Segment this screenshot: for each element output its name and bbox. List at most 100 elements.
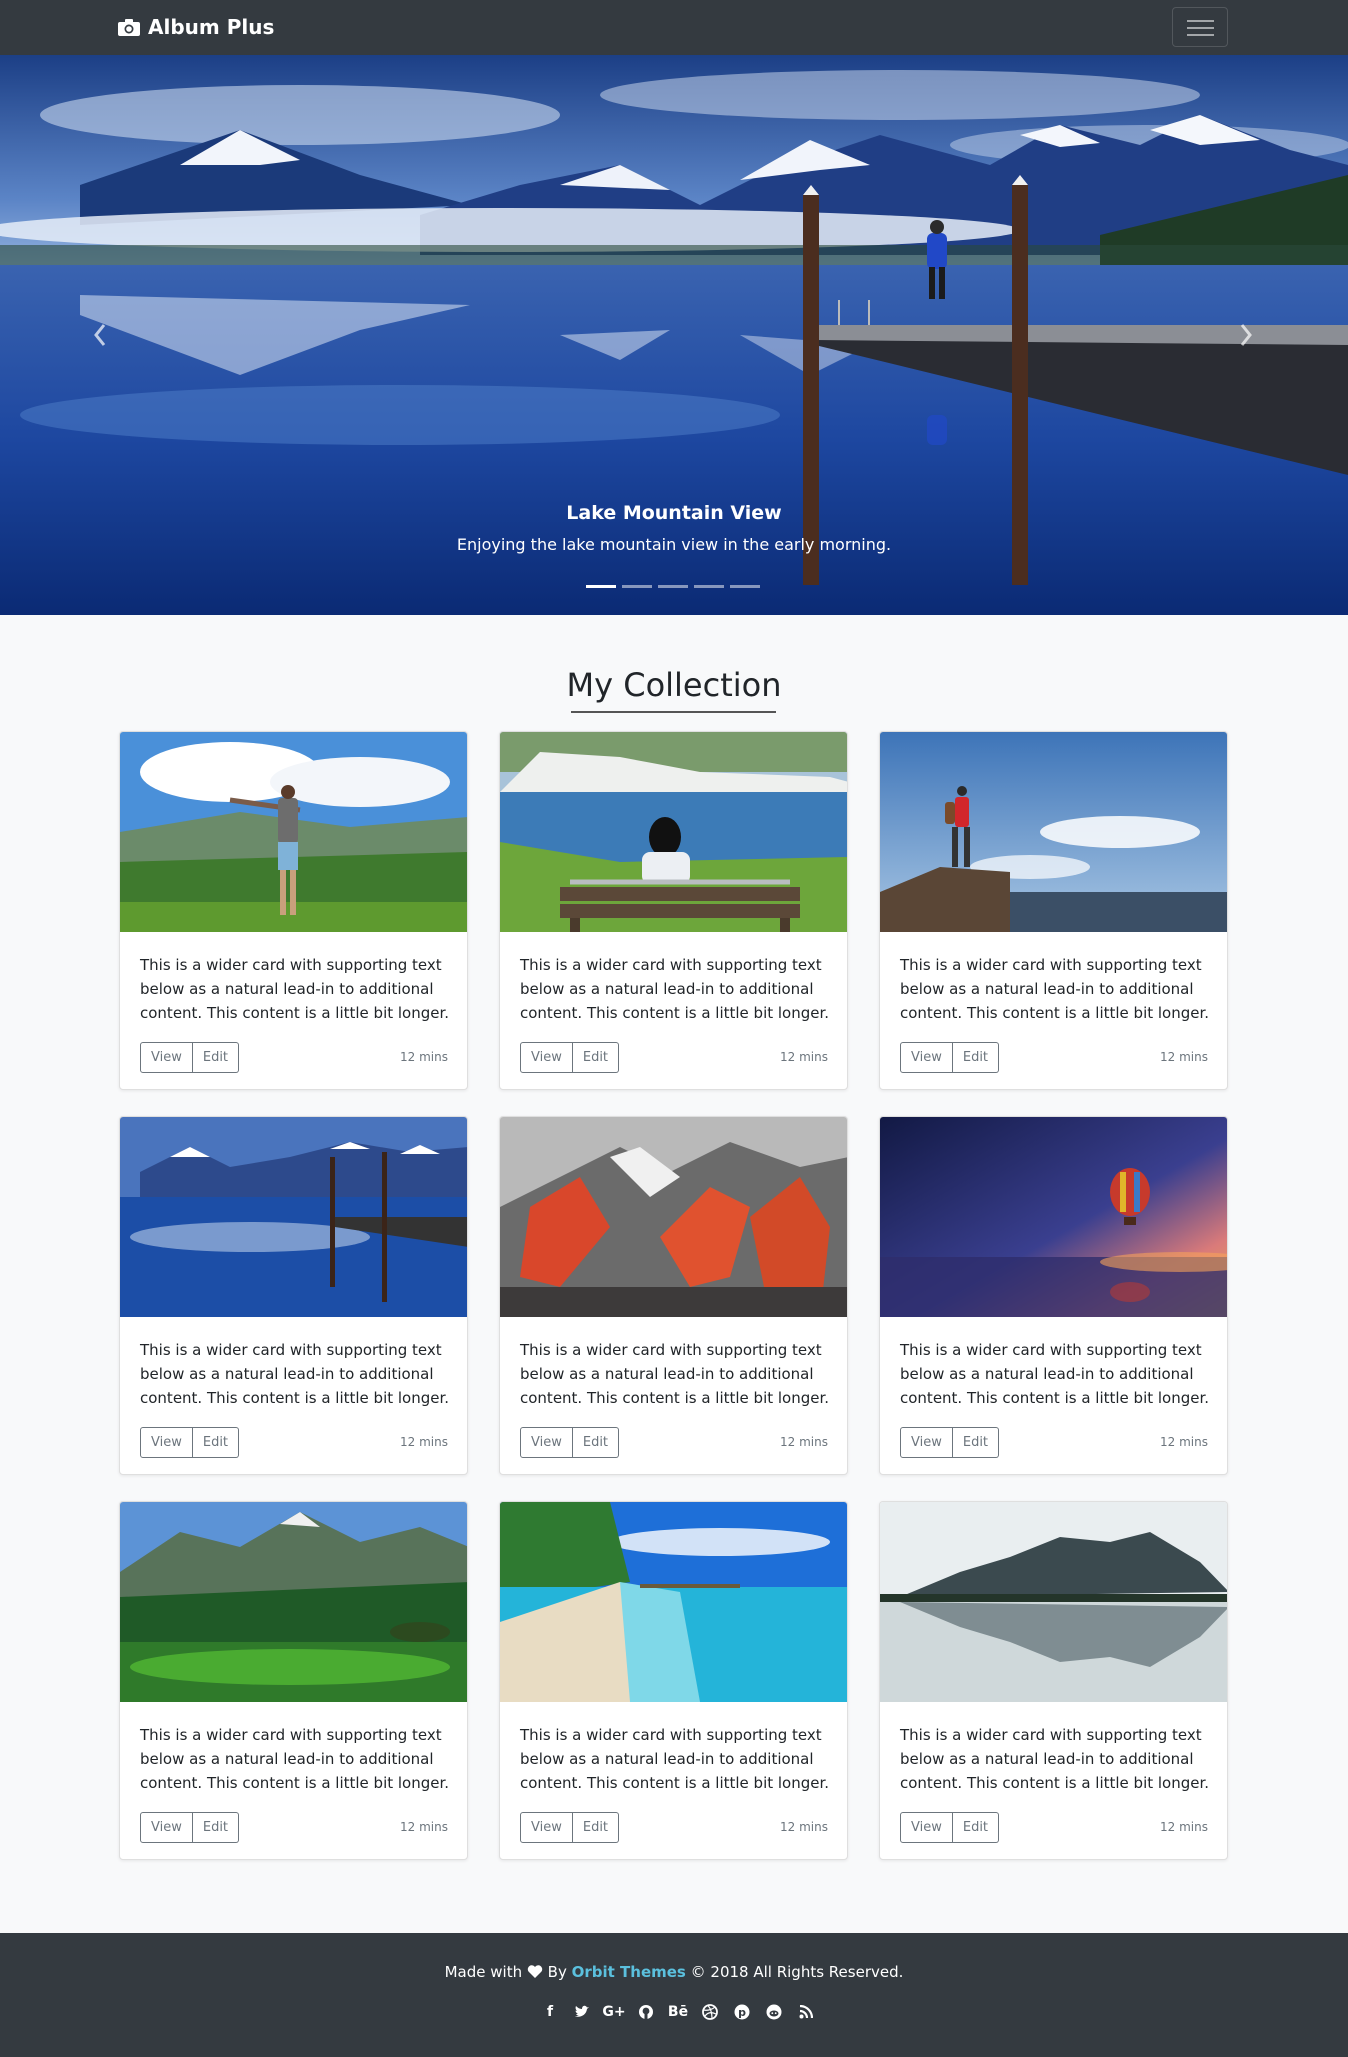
card-button-group: View Edit xyxy=(520,1812,620,1843)
carousel-indicator[interactable] xyxy=(586,585,616,588)
card-time: 12 mins xyxy=(1160,1435,1208,1449)
title-underline xyxy=(571,711,776,713)
edit-button[interactable]: Edit xyxy=(952,1427,1000,1458)
edit-button[interactable]: Edit xyxy=(192,1042,240,1073)
card-image xyxy=(880,732,1227,932)
pinterest-icon[interactable]: p xyxy=(732,2002,752,2022)
rss-icon[interactable] xyxy=(796,2002,816,2022)
album-card: This is a wider card with supporting tex… xyxy=(119,731,468,1090)
carousel-indicator[interactable] xyxy=(622,585,652,588)
view-button[interactable]: View xyxy=(520,1812,573,1843)
view-button[interactable]: View xyxy=(900,1812,953,1843)
carousel-indicators xyxy=(586,585,760,588)
album-card: This is a wider card with supporting tex… xyxy=(119,1116,468,1475)
view-button[interactable]: View xyxy=(900,1042,953,1073)
card-button-group: View Edit xyxy=(520,1042,620,1073)
carousel-caption-title: Lake Mountain View xyxy=(566,502,782,524)
card-text: This is a wider card with supporting tex… xyxy=(520,1726,830,1792)
edit-button[interactable]: Edit xyxy=(952,1812,1000,1843)
hero-slide-image xyxy=(0,55,1348,615)
footer: Made with By Orbit Themes © 2018 All Rig… xyxy=(0,1933,1348,2057)
card-image xyxy=(120,1117,467,1317)
album-card: This is a wider card with supporting tex… xyxy=(119,1501,468,1860)
card-time: 12 mins xyxy=(780,1820,828,1834)
edit-button[interactable]: Edit xyxy=(572,1812,620,1843)
dribbble-icon[interactable] xyxy=(700,2002,720,2022)
footer-rights: © 2018 All Rights Reserved. xyxy=(690,1963,904,1981)
card-time: 12 mins xyxy=(780,1435,828,1449)
reddit-icon[interactable] xyxy=(764,2002,784,2022)
card-button-group: View Edit xyxy=(900,1812,1000,1843)
card-image xyxy=(880,1117,1227,1317)
google-plus-icon[interactable]: G+ xyxy=(602,2002,625,2022)
twitter-icon[interactable] xyxy=(572,2002,592,2022)
card-image xyxy=(500,1502,847,1702)
card-time: 12 mins xyxy=(1160,1050,1208,1064)
card-text: This is a wider card with supporting tex… xyxy=(140,1341,450,1407)
navbar-toggle-button[interactable] xyxy=(1172,7,1228,47)
view-button[interactable]: View xyxy=(520,1427,573,1458)
edit-button[interactable]: Edit xyxy=(572,1042,620,1073)
footer-credit: Made with By Orbit Themes © 2018 All Rig… xyxy=(0,1963,1348,1981)
card-button-group: View Edit xyxy=(140,1427,240,1458)
view-button[interactable]: View xyxy=(140,1812,193,1843)
carousel-indicator[interactable] xyxy=(658,585,688,588)
edit-button[interactable]: Edit xyxy=(952,1042,1000,1073)
carousel-indicator[interactable] xyxy=(730,585,760,588)
card-image xyxy=(120,732,467,932)
view-button[interactable]: View xyxy=(900,1427,953,1458)
card-image xyxy=(880,1502,1227,1702)
card-text: This is a wider card with supporting tex… xyxy=(520,956,830,1022)
album-card: This is a wider card with supporting tex… xyxy=(879,731,1228,1090)
edit-button[interactable]: Edit xyxy=(572,1427,620,1458)
card-text: This is a wider card with supporting tex… xyxy=(900,956,1210,1022)
collection-title: My Collection xyxy=(566,666,782,704)
svg-text:p: p xyxy=(738,2006,746,2019)
album-card: This is a wider card with supporting tex… xyxy=(879,1501,1228,1860)
carousel-indicator[interactable] xyxy=(694,585,724,588)
social-links: f G+ Bē p xyxy=(540,2002,816,2022)
card-button-group: View Edit xyxy=(140,1042,240,1073)
card-text: This is a wider card with supporting tex… xyxy=(140,1726,450,1792)
card-time: 12 mins xyxy=(400,1820,448,1834)
hamburger-icon-line xyxy=(1187,27,1214,29)
album-card: This is a wider card with supporting tex… xyxy=(499,1501,848,1860)
facebook-icon[interactable]: f xyxy=(540,2002,560,2022)
card-button-group: View Edit xyxy=(900,1042,1000,1073)
card-button-group: View Edit xyxy=(140,1812,240,1843)
footer-made-with: Made with xyxy=(444,1963,523,1981)
carousel-caption-text: Enjoying the lake mountain view in the e… xyxy=(456,535,892,554)
card-time: 12 mins xyxy=(1160,1820,1208,1834)
brand-link[interactable]: Album Plus xyxy=(118,14,274,40)
card-button-group: View Edit xyxy=(900,1427,1000,1458)
carousel-prev-button[interactable] xyxy=(70,305,130,365)
album-card: This is a wider card with supporting tex… xyxy=(499,1116,848,1475)
navbar: Album Plus xyxy=(0,0,1348,55)
card-time: 12 mins xyxy=(400,1050,448,1064)
company-link[interactable]: Orbit Themes xyxy=(572,1963,686,1981)
view-button[interactable]: View xyxy=(520,1042,573,1073)
card-text: This is a wider card with supporting tex… xyxy=(900,1726,1210,1792)
card-text: This is a wider card with supporting tex… xyxy=(520,1341,830,1407)
card-image xyxy=(500,1117,847,1317)
edit-button[interactable]: Edit xyxy=(192,1427,240,1458)
chevron-right-icon xyxy=(1240,324,1252,346)
card-text: This is a wider card with supporting tex… xyxy=(900,1341,1210,1407)
album-card: This is a wider card with supporting tex… xyxy=(879,1116,1228,1475)
chevron-left-icon xyxy=(94,324,106,346)
view-button[interactable]: View xyxy=(140,1427,193,1458)
card-text: This is a wider card with supporting tex… xyxy=(140,956,450,1022)
card-time: 12 mins xyxy=(400,1435,448,1449)
github-icon[interactable] xyxy=(636,2002,656,2022)
behance-icon[interactable]: Bē xyxy=(668,2002,688,2022)
card-image xyxy=(120,1502,467,1702)
carousel-next-button[interactable] xyxy=(1216,305,1276,365)
brand-name: Album Plus xyxy=(148,15,275,39)
card-image xyxy=(500,732,847,932)
view-button[interactable]: View xyxy=(140,1042,193,1073)
hamburger-icon-line xyxy=(1187,34,1214,36)
camera-icon xyxy=(118,19,140,36)
hero-carousel: Lake Mountain View Enjoying the lake mou… xyxy=(0,55,1348,615)
edit-button[interactable]: Edit xyxy=(192,1812,240,1843)
footer-by: By xyxy=(547,1963,567,1981)
